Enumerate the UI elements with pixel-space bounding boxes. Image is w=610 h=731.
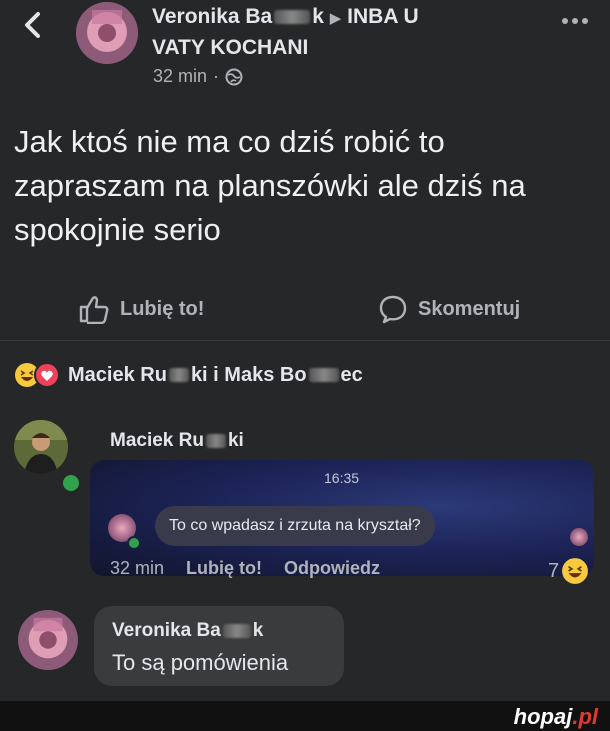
comment-reaction-count[interactable]: 7 (548, 557, 589, 585)
divider (0, 340, 610, 341)
comment-icon (379, 295, 407, 324)
haha-reaction-icon (562, 558, 589, 584)
online-indicator (127, 536, 141, 550)
comment-author[interactable]: Maciek Ru ki (110, 430, 244, 452)
group-name-line2[interactable]: VATY KOCHANI (152, 36, 308, 59)
comment-author-tail: ki (227, 430, 244, 451)
comment-text: To są pomówienia (112, 650, 289, 675)
redacted-blur (274, 10, 311, 25)
comment-button[interactable]: Skomentuj (378, 294, 520, 324)
globe-icon (225, 68, 243, 85)
post-actions: Lubię to! Skomentuj (0, 290, 610, 334)
comment-author-name: Maciek Ru (110, 430, 204, 451)
chevron-left-icon (25, 12, 40, 38)
thumbs-up-icon (79, 296, 109, 324)
comment-age[interactable]: 32 min (110, 558, 164, 579)
author-name[interactable]: Veronika Ba (152, 5, 272, 28)
online-indicator (60, 472, 82, 494)
more-dots-icon (562, 18, 588, 24)
post-time[interactable]: 32 min (153, 66, 207, 87)
reaction-name-2: ki i Maks Bo (190, 363, 307, 386)
like-button[interactable]: Lubię to! (78, 294, 204, 324)
post-text: Jak ktoś nie ma co dziś robić to zaprasz… (14, 124, 526, 247)
post-meta: 32 min · (153, 66, 243, 87)
comment-like-button[interactable]: Lubię to! (186, 558, 262, 579)
avatar-image (76, 2, 138, 64)
comment-actions: 32 min Lubię to! Odpowiedz (110, 558, 380, 579)
message-bubble: To co wpadasz i zrzuta na kryształ? (155, 506, 435, 546)
author-name-tail: k (312, 5, 324, 28)
post-header-title[interactable]: Veronika Ba k ▶ INBA U VATY KOCHANI (152, 2, 512, 62)
like-label: Lubię to! (120, 297, 205, 320)
site-logo: hopaj.pl (514, 704, 598, 730)
redacted-blur (222, 623, 251, 638)
group-name[interactable]: INBA U (347, 5, 419, 28)
logo-tld: .pl (572, 704, 598, 729)
commenter-avatar[interactable] (18, 610, 78, 670)
comment-author[interactable]: Veronika Ba k (112, 620, 263, 642)
redacted-blur (205, 433, 226, 448)
back-button[interactable] (18, 8, 48, 42)
redacted-blur (308, 368, 339, 383)
reaction-count: 7 (548, 559, 560, 582)
comment-reply-button[interactable]: Odpowiedz (284, 558, 380, 579)
commenter-avatar[interactable] (14, 420, 68, 474)
message-time: 16:35 (324, 470, 360, 486)
comment-label: Skomentuj (418, 297, 521, 320)
avatar-image (14, 420, 68, 474)
love-reaction-icon (34, 362, 60, 388)
arrow-icon: ▶ (329, 10, 342, 27)
reaction-name-1: Maciek Ru (68, 363, 167, 386)
meta-separator: · (213, 66, 220, 86)
logo-main: hopaj (513, 704, 573, 729)
reaction-name-3: ec (340, 363, 363, 386)
reactions-summary[interactable]: Maciek Ru ki i Maks Bo ec (14, 362, 363, 388)
seen-avatar (570, 528, 588, 546)
more-options-button[interactable] (560, 14, 590, 28)
comment-author-name: Veronika Ba (112, 620, 221, 641)
redacted-blur (168, 368, 189, 383)
author-avatar[interactable] (76, 2, 138, 64)
comment-author-tail: k (252, 620, 264, 641)
reactions-names: Maciek Ru ki i Maks Bo ec (68, 364, 363, 387)
avatar-image (18, 610, 78, 670)
